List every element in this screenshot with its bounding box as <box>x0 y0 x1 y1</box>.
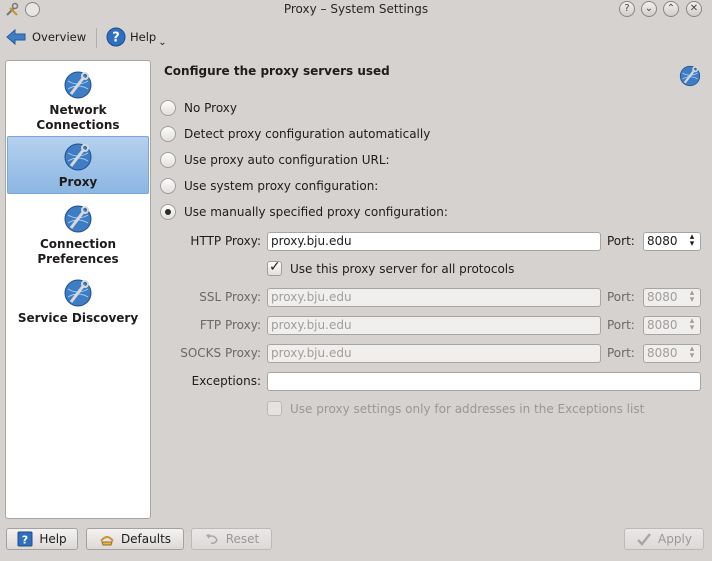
socks-port-value: 8080 <box>647 346 678 360</box>
sidebar-item-proxy[interactable]: Proxy <box>7 136 149 194</box>
help-book-icon: ? <box>17 531 33 547</box>
toolbar: Overview ? Help ⌄ <box>0 22 712 52</box>
socks-port-label: Port: <box>607 346 635 360</box>
checkbox[interactable] <box>267 401 282 416</box>
sidebar-item-label: Proxy <box>58 175 98 189</box>
radio-label: Detect proxy configuration automatically <box>184 127 431 141</box>
radio-button[interactable] <box>160 126 176 142</box>
apply-button[interactable]: Apply <box>624 528 704 550</box>
svg-text:?: ? <box>112 31 120 46</box>
http-proxy-input[interactable]: proxy.bju.edu <box>267 232 601 251</box>
overview-label: Overview <box>32 30 87 44</box>
sidebar-item-label: Service Discovery <box>17 311 139 325</box>
minimize-button[interactable]: ⌄ <box>641 1 657 17</box>
radio-label: Use manually specified proxy configurati… <box>184 205 448 219</box>
http-port-label: Port: <box>607 234 635 248</box>
spin-arrows-icon[interactable]: ▴ ▾ <box>687 289 697 305</box>
page-title: Configure the proxy servers used <box>164 64 390 78</box>
radio-label: Use system proxy configuration: <box>184 179 379 193</box>
exceptions-only-checkbox[interactable]: Use proxy settings only for addresses in… <box>267 401 644 416</box>
ssl-port-spinbox[interactable]: 8080 ▴ ▾ <box>643 288 701 307</box>
http-port-value: 8080 <box>647 234 678 248</box>
help-menu-button[interactable]: ? Help ⌄ <box>106 26 167 48</box>
radio-no-proxy[interactable]: No Proxy <box>160 99 237 117</box>
help-button[interactable]: ? Help <box>6 528 78 550</box>
http-proxy-label: HTTP Proxy: <box>190 234 261 248</box>
checkbox[interactable] <box>267 259 282 276</box>
radio-button[interactable] <box>160 178 176 194</box>
undo-icon <box>205 534 218 544</box>
radio-auto-config-url[interactable]: Use proxy auto configuration URL: <box>160 151 390 169</box>
network-wrench-globe-icon <box>64 205 92 233</box>
maximize-button[interactable]: ⌃ <box>663 1 679 17</box>
radio-button[interactable] <box>160 204 176 220</box>
exceptions-label: Exceptions: <box>191 374 261 388</box>
network-wrench-globe-icon <box>64 279 92 307</box>
checkmark-icon <box>637 533 652 546</box>
radio-manual-config[interactable]: Use manually specified proxy configurati… <box>160 203 448 221</box>
sidebar-item-label: Network Connections <box>36 103 120 132</box>
arrow-left-icon <box>6 29 26 45</box>
title-bar: Proxy – System Settings ? ⌄ ⌃ ✕ <box>0 0 712 20</box>
ftp-port-value: 8080 <box>647 318 678 332</box>
toolbar-separator <box>96 28 97 48</box>
sidebar-item-connection-preferences[interactable]: Connection Preferences <box>7 199 149 269</box>
overview-button[interactable]: Overview <box>6 26 86 48</box>
help-button-label: Help <box>39 532 67 546</box>
svg-text:?: ? <box>22 534 28 547</box>
checkbox-label: Use proxy settings only for addresses in… <box>290 401 645 416</box>
window-title: Proxy – System Settings <box>283 2 429 16</box>
spin-arrows-icon[interactable]: ▴ ▾ <box>687 345 697 361</box>
sidebar: Network Connections Proxy Connection Pre… <box>5 60 151 519</box>
ftp-proxy-input[interactable]: proxy.bju.edu <box>267 316 601 335</box>
radio-button[interactable] <box>160 100 176 116</box>
socks-port-spinbox[interactable]: 8080 ▴ ▾ <box>643 344 701 363</box>
sidebar-item-network-connections[interactable]: Network Connections <box>7 65 149 135</box>
proxy-settings-panel: Configure the proxy servers used No Prox… <box>160 60 710 520</box>
network-wrench-globe-icon <box>64 71 92 99</box>
network-wrench-globe-icon <box>679 65 701 87</box>
ssl-proxy-label: SSL Proxy: <box>199 290 261 304</box>
spin-arrows-icon[interactable]: ▴ ▾ <box>687 317 697 333</box>
help-label: Help <box>130 30 157 44</box>
socks-proxy-input[interactable]: proxy.bju.edu <box>267 344 601 363</box>
ssl-proxy-input[interactable]: proxy.bju.edu <box>267 288 601 307</box>
spin-arrows-icon[interactable]: ▴ ▾ <box>687 233 697 249</box>
socks-proxy-label: SOCKS Proxy: <box>180 346 261 360</box>
defaults-restore-icon <box>100 536 114 546</box>
ftp-port-spinbox[interactable]: 8080 ▴ ▾ <box>643 316 701 335</box>
help-icon: ? <box>106 27 126 47</box>
ftp-port-label: Port: <box>607 318 635 332</box>
exceptions-input[interactable] <box>267 372 701 391</box>
network-wrench-globe-icon <box>64 143 92 171</box>
chevron-down-icon: ⌄ <box>158 36 167 48</box>
radio-label: Use proxy auto configuration URL: <box>184 153 390 167</box>
http-port-spinbox[interactable]: 8080 ▴ ▾ <box>643 232 701 251</box>
use-for-all-protocols-checkbox[interactable]: Use this proxy server for all protocols <box>267 259 515 276</box>
sidebar-item-label: Connection Preferences <box>37 237 119 266</box>
close-button[interactable]: ✕ <box>686 1 702 17</box>
reset-button-label: Reset <box>225 532 260 546</box>
radio-system-config[interactable]: Use system proxy configuration: <box>160 177 378 195</box>
ssl-port-value: 8080 <box>647 290 678 304</box>
defaults-button[interactable]: Defaults <box>86 528 184 550</box>
ssl-port-label: Port: <box>607 290 635 304</box>
ftp-proxy-label: FTP Proxy: <box>199 318 261 332</box>
sidebar-item-service-discovery[interactable]: Service Discovery <box>7 273 149 331</box>
defaults-button-label: Defaults <box>120 532 172 546</box>
radio-detect-automatically[interactable]: Detect proxy configuration automatically <box>160 125 430 143</box>
reset-button[interactable]: Reset <box>191 528 272 550</box>
apply-button-label: Apply <box>658 532 692 546</box>
radio-label: No Proxy <box>184 101 238 115</box>
context-help-button[interactable]: ? <box>619 1 635 17</box>
checkbox-label: Use this proxy server for all protocols <box>290 261 515 276</box>
radio-button[interactable] <box>160 152 176 168</box>
